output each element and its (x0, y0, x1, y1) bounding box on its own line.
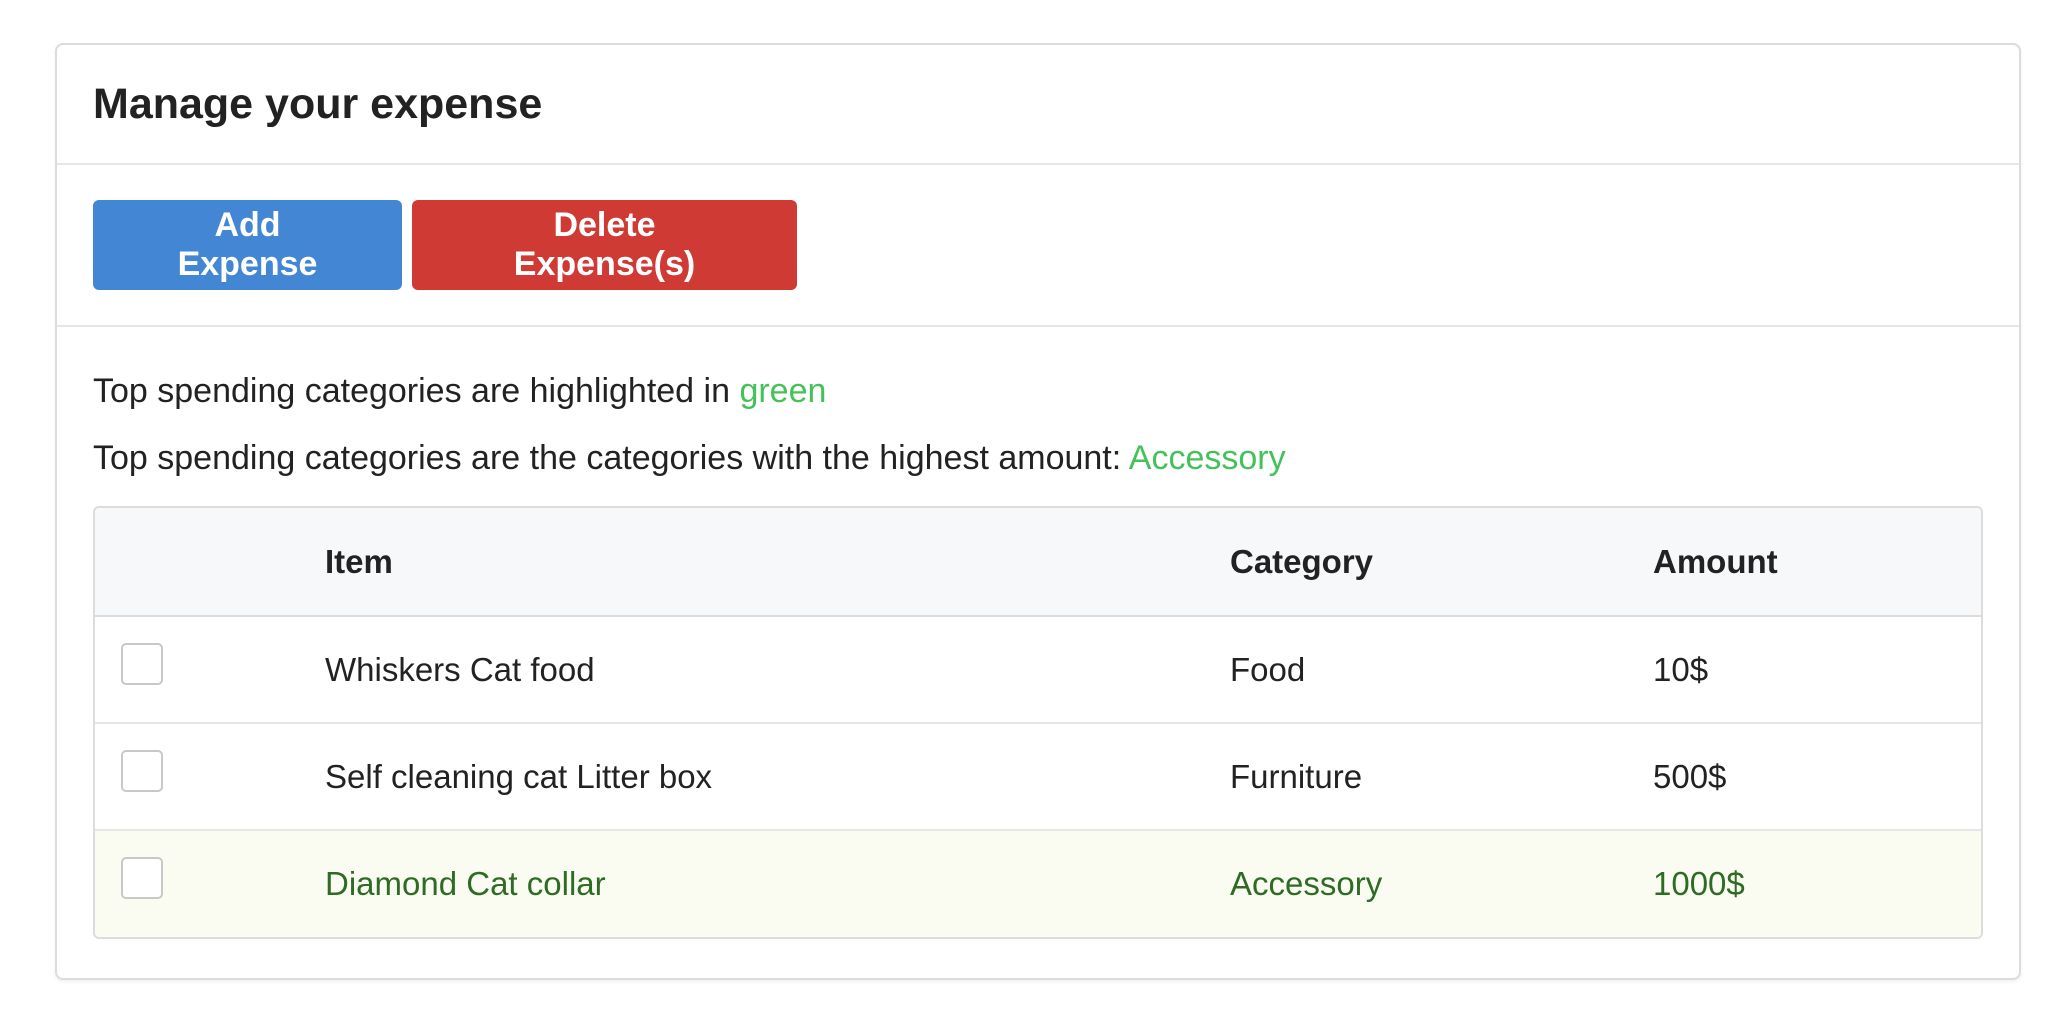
top-category-value: Accessory (1128, 439, 1286, 477)
add-expense-button[interactable]: Add Expense (93, 200, 402, 290)
top-category-note-text: Top spending categories are the categori… (93, 439, 1129, 477)
card-header: Manage your expense (57, 45, 2019, 165)
table-header: Item Category Amount (95, 508, 1981, 617)
amount-cell: 1000$ (1653, 865, 1745, 902)
table-header-row: Item Category Amount (95, 508, 1981, 617)
category-cell: Food (1229, 616, 1652, 724)
row-checkbox[interactable] (121, 857, 163, 899)
select-cell (95, 616, 324, 724)
item-column-header: Item (324, 508, 1229, 617)
amount-cell: 10$ (1652, 616, 1981, 724)
category-cell: Accessory (1230, 865, 1383, 902)
page-title: Manage your expense (93, 79, 543, 128)
category-column-header: Category (1229, 508, 1652, 617)
expense-card: Manage your expense Add Expense Delete E… (55, 43, 2021, 980)
item-cell: Diamond Cat collar (325, 865, 606, 902)
expense-table-container: Item Category Amount Whiskers Cat food F… (93, 506, 1983, 939)
table-row-highlighted: Diamond Cat collar Accessory 1000$ (95, 830, 1981, 937)
row-checkbox[interactable] (121, 749, 163, 792)
select-column-header (95, 508, 324, 617)
table-row: Self cleaning cat Litter box Furniture 5… (95, 723, 1981, 831)
select-cell (95, 830, 324, 937)
select-cell (95, 723, 324, 831)
row-checkbox[interactable] (121, 642, 163, 685)
amount-cell: 500$ (1652, 723, 1981, 831)
delete-expense-button[interactable]: Delete Expense(s) (412, 200, 797, 290)
item-cell: Whiskers Cat food (324, 616, 1229, 724)
card-body: Top spending categories are highlighted … (57, 367, 2019, 939)
item-cell: Self cleaning cat Litter box (324, 723, 1229, 831)
category-cell: Furniture (1229, 723, 1652, 831)
highlight-color-word: green (739, 372, 827, 410)
highlight-note: Top spending categories are highlighted … (93, 367, 1983, 415)
amount-column-header: Amount (1652, 508, 1981, 617)
toolbar: Add Expense Delete Expense(s) (57, 165, 2019, 327)
top-category-note: Top spending categories are the categori… (93, 434, 1983, 482)
table-body: Whiskers Cat food Food 10$ Self cleaning… (95, 616, 1981, 937)
table-row: Whiskers Cat food Food 10$ (95, 616, 1981, 724)
highlight-note-text: Top spending categories are highlighted … (93, 372, 740, 410)
expense-table: Item Category Amount Whiskers Cat food F… (95, 508, 1981, 937)
